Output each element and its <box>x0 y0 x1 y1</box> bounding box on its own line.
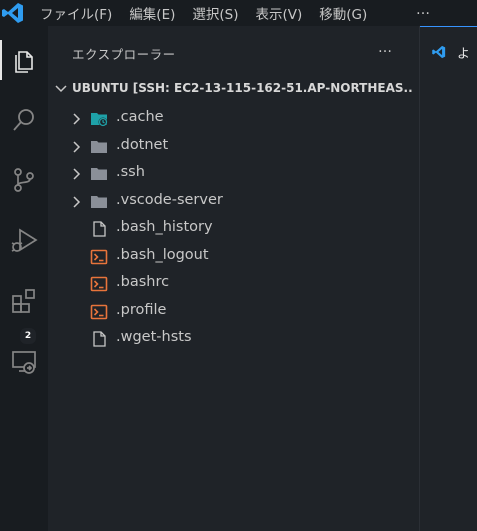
tree-item-bash-logout[interactable]: .bash_logout <box>48 243 419 271</box>
shell-file-icon <box>90 248 108 266</box>
menu-file[interactable]: ファイル(F) <box>40 3 112 23</box>
run-debug-icon <box>9 225 39 255</box>
tree-item-profile[interactable]: .profile <box>48 298 419 326</box>
tree-item-label: .profile <box>116 301 167 318</box>
activity-run-debug[interactable] <box>0 216 48 264</box>
tree-item-bash-history[interactable]: .bash_history <box>48 215 419 243</box>
folder-icon <box>90 138 108 156</box>
menu-bar: ファイル(F) 編集(E) 選択(S) 表示(V) 移動(G) … <box>0 0 477 26</box>
chevron-right-icon <box>70 112 84 126</box>
chevron-right-icon <box>70 195 84 209</box>
tree-item-bashrc[interactable]: .bashrc <box>48 270 419 298</box>
activity-bar: 2 <box>0 26 48 531</box>
workspace-root-label: UBUNTU [SSH: EC2-13-115-162-51.AP-NORTHE… <box>72 81 412 95</box>
tree-item-label: .cache <box>116 109 164 125</box>
activity-search[interactable] <box>0 96 48 144</box>
source-control-icon <box>10 166 38 194</box>
menu-view[interactable]: 表示(V) <box>256 3 303 23</box>
activity-extensions[interactable] <box>0 278 48 326</box>
activity-explorer[interactable] <box>0 36 48 84</box>
tree-item-label: .ssh <box>116 164 145 180</box>
search-icon <box>10 106 38 134</box>
tab-welcome[interactable]: よ <box>420 26 477 70</box>
menu-go[interactable]: 移動(G) <box>319 3 367 23</box>
chevron-right-icon <box>70 140 84 154</box>
extensions-icon <box>9 287 39 317</box>
cache-folder-icon <box>90 110 108 128</box>
shell-file-icon <box>90 303 108 321</box>
vscode-logo-icon <box>431 44 447 60</box>
chevron-right-icon <box>70 167 84 181</box>
menu-selection[interactable]: 選択(S) <box>192 3 238 23</box>
tree-item-label: .wget-hsts <box>116 329 192 345</box>
sidebar-title: エクスプローラー <box>72 47 176 62</box>
tree-item-label: .bash_history <box>116 219 213 235</box>
tab-label: よ <box>457 47 471 62</box>
remote-explorer-icon <box>9 347 39 377</box>
tree-item-label: .bash_logout <box>116 246 209 263</box>
file-icon <box>90 330 108 348</box>
chevron-down-icon <box>54 82 68 96</box>
shell-file-icon <box>90 275 108 293</box>
editor-tab-bar: よ <box>420 26 477 70</box>
folder-icon <box>90 193 108 211</box>
editor-area: よ <box>420 26 477 531</box>
menu-more-icon[interactable]: … <box>416 2 431 18</box>
tree-item-vscode-server[interactable]: .vscode-server <box>48 188 419 216</box>
tree-item-ssh[interactable]: .ssh <box>48 160 419 188</box>
tree-item-label: .bashrc <box>116 274 170 290</box>
editor-body[interactable] <box>420 70 477 531</box>
explorer-sidebar: エクスプローラー … UBUNTU [SSH: EC2-13-115-162-5… <box>48 26 419 531</box>
activity-source-control[interactable] <box>0 156 48 204</box>
folder-icon <box>90 165 108 183</box>
activity-remote-explorer[interactable] <box>0 338 48 386</box>
sidebar-more-actions-icon[interactable]: … <box>378 40 393 56</box>
menu-edit[interactable]: 編集(E) <box>129 3 175 23</box>
tree-item-wget-hsts[interactable]: .wget-hsts <box>48 325 419 353</box>
tree-item-cache[interactable]: .cache <box>48 105 419 133</box>
vscode-logo-icon <box>0 0 26 26</box>
file-tree: .cache .dotnet .ssh .vscode-server .bash… <box>48 105 419 353</box>
tree-item-label: .vscode-server <box>116 191 223 208</box>
tree-item-dotnet[interactable]: .dotnet <box>48 133 419 161</box>
tree-item-label: .dotnet <box>116 136 169 153</box>
workspace-root[interactable]: UBUNTU [SSH: EC2-13-115-162-51.AP-NORTHE… <box>48 78 419 100</box>
explorer-files-icon <box>10 46 38 74</box>
file-icon <box>90 220 108 238</box>
